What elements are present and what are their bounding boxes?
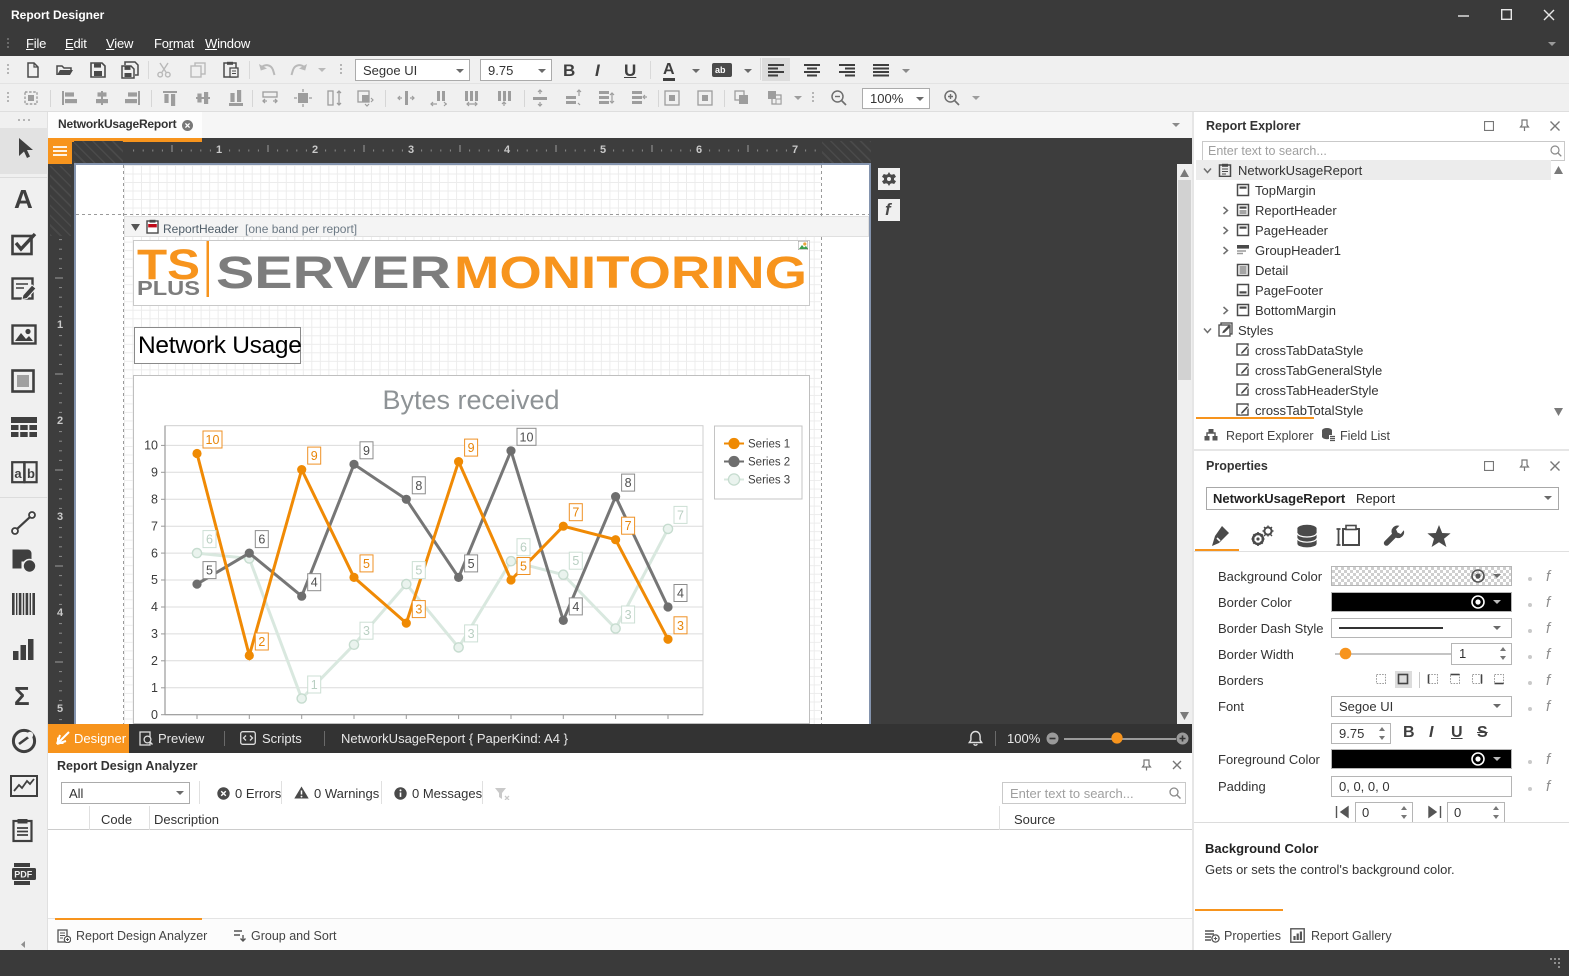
svg-text:5: 5 [206, 564, 213, 578]
svg-text:Bytes received: Bytes received [382, 385, 559, 415]
svg-text:Series 1: Series 1 [748, 439, 790, 451]
svg-text:7: 7 [677, 508, 684, 522]
svg-text:8: 8 [625, 476, 632, 490]
svg-text:3: 3 [468, 627, 475, 641]
svg-text:4: 4 [311, 576, 318, 590]
svg-text:7: 7 [625, 519, 632, 533]
svg-text:PLUS: PLUS [137, 278, 200, 300]
svg-text:5: 5 [415, 564, 422, 578]
svg-text:6: 6 [206, 533, 213, 547]
svg-text:PDF: PDF [14, 869, 33, 879]
svg-text:7: 7 [572, 506, 579, 520]
svg-text:3: 3 [151, 627, 158, 641]
svg-text:Series 2: Series 2 [748, 457, 790, 469]
svg-text:a: a [14, 466, 22, 481]
svg-text:9: 9 [468, 441, 475, 455]
svg-text:5: 5 [151, 573, 158, 587]
svg-text:3: 3 [415, 603, 422, 617]
svg-text:2: 2 [258, 635, 265, 649]
svg-text:Series 3: Series 3 [748, 475, 790, 487]
svg-text:9: 9 [151, 466, 158, 480]
svg-text:5: 5 [520, 560, 527, 574]
svg-text:3: 3 [677, 619, 684, 633]
svg-text:0: 0 [151, 708, 158, 722]
svg-text:7: 7 [151, 519, 158, 533]
svg-text:6: 6 [151, 546, 158, 560]
svg-text:10: 10 [206, 433, 220, 447]
svg-text:5: 5 [572, 554, 579, 568]
svg-text:5: 5 [363, 557, 370, 571]
svg-text:10: 10 [144, 439, 158, 453]
svg-text:4: 4 [677, 587, 684, 601]
svg-text:3: 3 [625, 608, 632, 622]
svg-text:9: 9 [311, 449, 318, 463]
svg-text:9: 9 [363, 444, 370, 458]
svg-text:5: 5 [468, 557, 475, 571]
svg-text:6: 6 [258, 533, 265, 547]
svg-text:8: 8 [415, 479, 422, 493]
svg-text:8: 8 [151, 493, 158, 507]
svg-text:2: 2 [151, 654, 158, 668]
svg-text:MONITORING: MONITORING [454, 247, 807, 298]
svg-text:6: 6 [520, 541, 527, 555]
svg-text:SERVER: SERVER [216, 247, 451, 298]
svg-text:b: b [27, 466, 35, 481]
svg-text:3: 3 [363, 624, 370, 638]
svg-text:1: 1 [151, 681, 158, 695]
svg-text:4: 4 [151, 600, 158, 614]
svg-text:10: 10 [520, 430, 534, 444]
svg-text:1: 1 [311, 678, 318, 692]
svg-text:4: 4 [572, 600, 579, 614]
